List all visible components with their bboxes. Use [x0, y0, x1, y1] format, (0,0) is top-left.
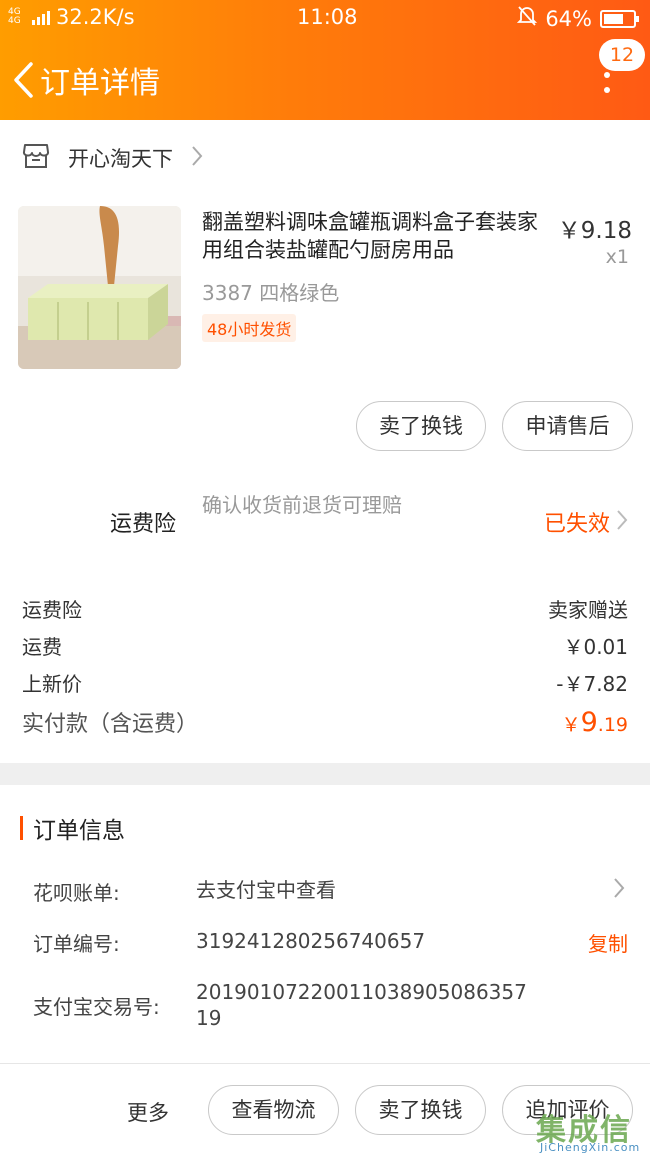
section-divider: [0, 763, 650, 785]
fee-label: 上新价: [22, 672, 82, 696]
back-arrow-icon: [12, 61, 34, 99]
product-image[interactable]: [18, 206, 181, 369]
insurance-status-text: 已失效: [543, 512, 610, 537]
accent-bar: [20, 816, 23, 840]
total-currency: ￥: [561, 714, 581, 736]
fee-value: 卖家赠送: [548, 598, 628, 622]
fee-row-shipping: 运费 ￥0.01: [22, 631, 628, 660]
fee-label: 运费: [22, 635, 62, 659]
order-number: 319241280256740657: [196, 929, 426, 953]
product-price: ￥9.18: [557, 218, 632, 244]
huabei-link[interactable]: 去支付宝中查看: [196, 877, 336, 903]
copy-button[interactable]: 复制: [588, 928, 628, 957]
order-info-header: 订单信息: [20, 811, 125, 845]
bottom-divider: [0, 1063, 650, 1064]
insurance-desc: 确认收货前退货可理赔: [202, 493, 402, 517]
view-logistics-button[interactable]: 查看物流: [208, 1085, 339, 1135]
network-speed: 32.2K/s: [56, 5, 135, 29]
fee-value: -￥7.82: [556, 672, 628, 696]
page-title: 订单详情: [40, 66, 160, 101]
huabei-label: 花呗账单:: [33, 881, 120, 905]
watermark-url: JiChengXin.com: [540, 1141, 641, 1154]
total-label: 实付款（含运费）: [22, 712, 199, 737]
alipay-trade-number: 20190107220011038905086357 19: [196, 980, 527, 1030]
fee-row-discount: 上新价 -￥7.82: [22, 668, 628, 697]
alipay-trade-label: 支付宝交易号:: [33, 995, 160, 1019]
sell-bottom-button[interactable]: 卖了换钱: [355, 1085, 486, 1135]
store-icon: [22, 143, 50, 173]
fee-label: 运费险: [22, 598, 82, 622]
status-right: 64%: [517, 5, 639, 32]
battery-percent: 64%: [545, 6, 592, 31]
network-type: 4G 4G: [8, 7, 21, 26]
fee-row-total: 实付款（含运费） ￥9.19: [22, 706, 628, 738]
chevron-right-icon: [191, 145, 203, 171]
shop-row[interactable]: 开心淘天下: [22, 140, 203, 176]
chevron-right-icon[interactable]: [613, 877, 625, 903]
after-sale-button[interactable]: 申请售后: [502, 401, 633, 451]
order-number-label: 订单编号:: [33, 932, 120, 956]
product-title[interactable]: 翻盖塑料调味盒罐瓶调料盒子套装家用组合装盐罐配勺厨房用品: [202, 208, 542, 264]
sell-button[interactable]: 卖了换钱: [356, 401, 486, 451]
status-left: 4G 4G 32.2K/s: [8, 5, 135, 29]
product-quantity: x1: [605, 246, 629, 268]
fee-row-insurance: 运费险 卖家赠送: [22, 594, 628, 623]
total-amount: ￥9.19: [562, 707, 628, 738]
back-button[interactable]: 订单详情: [12, 58, 160, 102]
battery-icon: [600, 9, 639, 28]
status-time: 11:08: [297, 5, 358, 29]
message-badge[interactable]: 12: [599, 39, 645, 71]
chevron-right-icon: [616, 509, 628, 535]
order-info-title: 订单信息: [33, 818, 125, 844]
mute-bell-icon: [517, 5, 538, 32]
signal-icon: [32, 9, 50, 25]
add-review-button[interactable]: 追加评价: [502, 1085, 633, 1135]
shipping-tag: 48小时发货: [202, 314, 297, 342]
shop-name: 开心淘天下: [68, 147, 173, 171]
insurance-label: 运费险: [110, 512, 177, 537]
insurance-status[interactable]: 已失效: [544, 506, 628, 538]
more-button[interactable]: 更多: [127, 1097, 169, 1127]
fee-value: ￥0.01: [563, 635, 628, 659]
total-int: 9: [580, 707, 598, 738]
product-sku: 3387 四格绿色: [202, 281, 340, 305]
app-header: 4G 4G 32.2K/s 11:08 64% 订单详情 12: [0, 0, 650, 120]
total-dec: .19: [597, 714, 628, 736]
